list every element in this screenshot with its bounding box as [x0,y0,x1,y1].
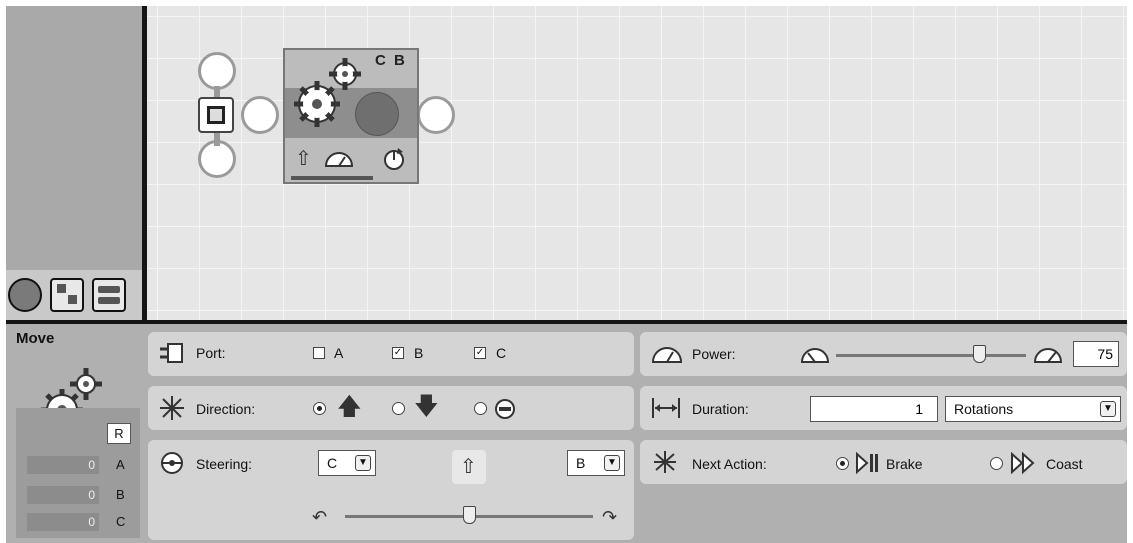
steering-label: Steering: [196,456,253,472]
down-arrow-icon: 🡇 [414,393,439,420]
speedometer-icon [324,152,354,167]
start-point[interactable] [198,97,234,133]
port-c-checkbox[interactable]: ✓ [474,347,486,359]
slow-speed-icon [800,348,830,363]
duration-unit-select[interactable]: Rotations ▼ [945,396,1121,422]
direction-backward-radio[interactable] [392,402,405,415]
direction-forward-radio[interactable] [313,402,326,415]
start-icon [207,106,225,124]
feedback-port: A [116,457,125,472]
feedback-value: 0 [27,456,99,474]
beam-connector-top[interactable] [198,52,236,90]
duration-label: Duration: [692,401,749,417]
feedback-value: 0 [27,486,99,504]
duration-input[interactable] [810,396,938,422]
coast-icon [1011,451,1035,475]
direction-label: Direction: [196,401,256,417]
feedback-value: 0 [27,513,99,531]
power-slider-thumb[interactable] [972,345,986,363]
power-label: Power: [692,346,736,362]
turn-left-icon: ↶ [312,507,328,527]
fast-speed-icon [1033,348,1063,363]
block-title: Move [16,330,55,347]
feedback-port: B [116,487,125,502]
custom-palette-tab[interactable] [92,278,126,312]
turn-right-icon: ↷ [602,507,618,527]
block-ports-label: C B [375,52,407,69]
port-icon [160,343,183,363]
common-palette-tab[interactable] [8,278,42,312]
stop-icon [495,399,515,419]
direction-icon [160,396,184,420]
palette-panel [6,6,142,270]
palette-tabs [6,270,142,320]
chevron-down-icon: ▼ [355,455,371,471]
port-b-checkbox[interactable]: ✓ [392,347,404,359]
steering-left-port-value: C [327,455,338,471]
block-progress-bar [291,176,373,180]
steering-slider-thumb[interactable] [463,506,476,524]
complete-palette-tab[interactable] [50,278,84,312]
block-output-connector[interactable] [417,96,455,134]
port-a-label: A [334,345,344,361]
feedback-port: C [116,514,126,529]
power-slider-track[interactable] [836,354,1026,357]
brake-radio[interactable] [836,457,849,470]
duration-icon [652,398,680,418]
next-action-icon [654,451,676,473]
steering-right-port-select[interactable]: B ▼ [567,450,625,476]
direction-stop-radio[interactable] [474,402,487,415]
steering-row [148,440,634,540]
coast-radio[interactable] [990,457,1003,470]
coast-label: Coast [1046,456,1083,472]
port-c-label: C [496,345,507,361]
list-icon [98,286,120,304]
up-arrow-icon: ⇧ [460,456,477,478]
brake-icon [856,451,878,475]
chevron-down-icon: ▼ [604,455,620,471]
port-b-label: B [414,345,424,361]
port-label: Port: [196,345,226,361]
steering-right-port-value: B [576,455,586,471]
brake-label: Brake [886,456,923,472]
block-input-connector[interactable] [241,96,279,134]
move-block[interactable]: C B ⇧ [283,48,419,184]
steering-center-button[interactable]: ⇧ [452,450,486,484]
steering-left-port-select[interactable]: C ▼ [318,450,376,476]
next-action-label: Next Action: [692,456,767,472]
port-a-checkbox[interactable] [313,347,325,359]
blocks-icon [57,284,77,304]
steering-wheel-icon [161,452,183,474]
chevron-down-icon: ▼ [1100,401,1116,417]
rotation-icon [384,148,404,170]
speedometer-icon [651,347,683,363]
power-indicator [355,92,399,136]
up-arrow-icon: ⇧ [295,148,312,170]
up-arrow-icon: 🡅 [337,393,362,420]
reset-button[interactable]: R [107,423,131,444]
power-input[interactable] [1073,341,1119,367]
duration-unit-value: Rotations [954,401,1014,417]
